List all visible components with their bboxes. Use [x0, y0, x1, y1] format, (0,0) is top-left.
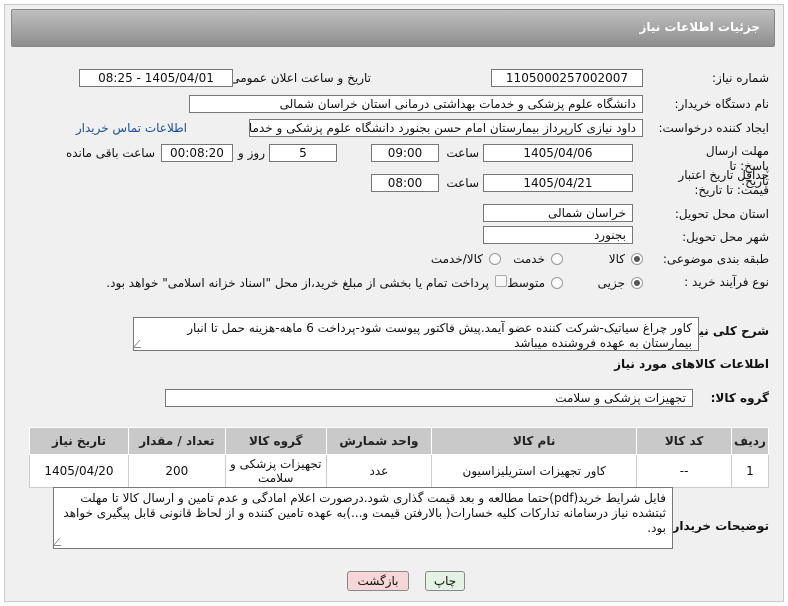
col-date: تاریخ نیاز [29, 427, 129, 455]
panel-title: جزئیات اطلاعات نیاز [639, 20, 760, 34]
print-button[interactable]: چاپ [425, 571, 465, 591]
price-validity-label: حداقل تاریخ اعتبار قیمت: تا تاریخ: [678, 168, 769, 197]
purchase-type-label: نوع فرآیند خرید : [684, 275, 769, 289]
col-row: ردیف [730, 427, 770, 455]
need-number-field: 1105000257002007 [491, 69, 643, 87]
reply-time-label: ساعت [446, 146, 479, 160]
goods-group-field: تجهیزات پزشکی و سلامت [165, 389, 693, 407]
price-validity-date: 1405/04/21 [483, 174, 633, 192]
col-quantity: تعداد / مقدار [127, 427, 226, 455]
buyer-notes-textarea[interactable]: فایل شرایط خرید(pdf)حتما مطالعه و بعد قی… [52, 487, 673, 549]
purchase-minor-label: جزیی [597, 276, 625, 290]
reply-deadline-date: 1405/04/06 [483, 144, 633, 162]
col-code: کد کالا [636, 427, 732, 455]
cell-group: تجهیزات پزشکی و سلامت [224, 454, 327, 488]
purchase-radio-minor[interactable] [631, 277, 643, 289]
col-group: گروه کالا [224, 427, 327, 455]
reply-deadline-time: 09:00 [371, 144, 439, 162]
creator-label: ایجاد کننده درخواست: [658, 121, 769, 135]
col-name: نام کالا [431, 427, 638, 455]
days-label: روز و [238, 146, 265, 160]
col-unit: واحد شمارش [325, 427, 433, 455]
city-field: بجنورد [483, 226, 633, 244]
creator-field: داود نیازی کارپرداز بیمارستان امام حسن ب… [249, 119, 643, 137]
buyer-field: دانشگاه علوم پزشکی و خدمات بهداشتی درمان… [189, 95, 643, 113]
resize-grip-icon[interactable] [52, 538, 68, 546]
city-label: شهر محل تحویل: [682, 230, 769, 244]
cell-code: -- [636, 454, 732, 488]
category-radio-goods-service[interactable] [489, 253, 501, 265]
table-row: 1 -- کاور تجهیزات استریلیزاسیون عدد تجهی… [29, 454, 770, 488]
need-number-label: شماره نیاز: [712, 71, 769, 85]
buyer-label: نام دستگاه خریدار: [674, 97, 770, 111]
remaining-time: 00:08:20 [161, 144, 233, 162]
cell-unit: عدد [325, 454, 433, 488]
category-radio-goods[interactable] [631, 253, 643, 265]
treasury-checkbox[interactable] [495, 275, 507, 287]
goods-table: ردیف کد کالا نام کالا واحد شمارش گروه کا… [29, 427, 770, 488]
panel-header: جزئیات اطلاعات نیاز [11, 9, 775, 47]
description-text: کاور چراغ سیاتیک-شرکت کننده عضو آیمد.پیش… [187, 321, 692, 350]
remaining-days: 5 [269, 144, 337, 162]
cell-name: کاور تجهیزات استریلیزاسیون [431, 454, 638, 488]
province-label: استان محل تحویل: [674, 207, 769, 221]
cell-quantity: 200 [127, 454, 226, 488]
announce-date-field: 1405/04/01 - 08:25 [79, 69, 233, 87]
description-textarea[interactable]: کاور چراغ سیاتیک-شرکت کننده عضو آیمد.پیش… [132, 317, 699, 351]
buyer-notes-label: توضیحات خریدار: [667, 519, 769, 533]
purchase-radio-medium[interactable] [551, 277, 563, 289]
category-service-label: خدمت [513, 252, 545, 266]
category-label: طبقه بندی موضوعی: [662, 252, 769, 266]
treasury-note: پرداخت تمام یا بخشی از مبلغ خرید،از محل … [106, 276, 489, 290]
goods-table-header: ردیف کد کالا نام کالا واحد شمارش گروه کا… [29, 427, 770, 455]
category-goods-service-label: کالا/خدمت [430, 252, 483, 266]
buyer-notes-text: فایل شرایط خرید(pdf)حتما مطالعه و بعد قی… [63, 491, 666, 535]
goods-group-label: گروه کالا: [710, 391, 769, 405]
cell-date: 1405/04/20 [29, 454, 129, 488]
price-validity-time: 08:00 [371, 174, 439, 192]
announce-date-label: تاریخ و ساعت اعلان عمومی: [226, 71, 371, 85]
price-time-label: ساعت [446, 176, 479, 190]
province-field: خراسان شمالی [483, 204, 633, 222]
back-button[interactable]: بازگشت [347, 571, 409, 591]
remaining-label: ساعت باقی مانده [65, 146, 155, 160]
goods-section-title: اطلاعات کالاهای مورد نیاز [614, 357, 769, 371]
buyer-contact-link[interactable]: اطلاعات تماس خریدار [76, 121, 187, 135]
purchase-medium-label: متوسط [507, 276, 545, 290]
category-radio-service[interactable] [551, 253, 563, 265]
need-details-panel: جزئیات اطلاعات نیاز شماره نیاز: 11050002… [4, 4, 784, 602]
category-goods-label: کالا [608, 252, 625, 266]
cell-row: 1 [730, 454, 770, 488]
resize-grip-icon[interactable] [132, 340, 148, 348]
